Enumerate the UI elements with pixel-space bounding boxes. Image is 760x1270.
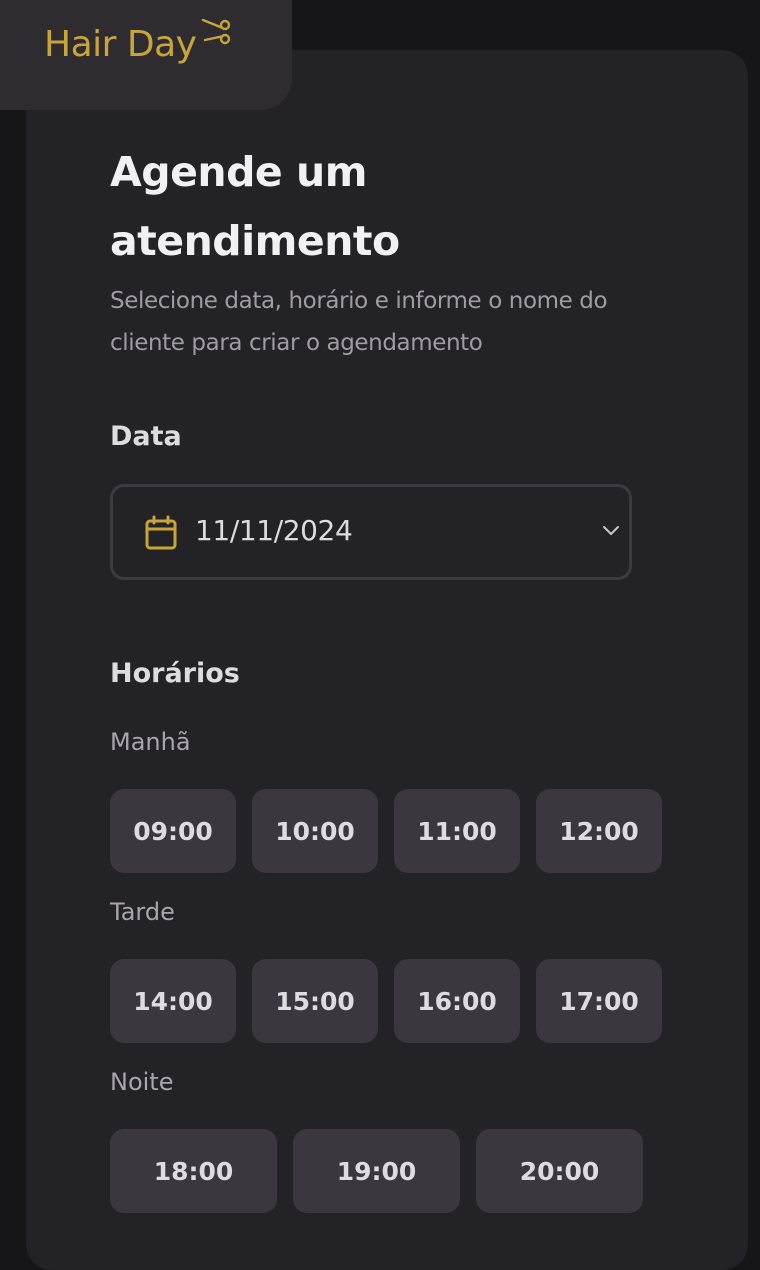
logo-header: Hair Day bbox=[0, 0, 292, 110]
page-title: Agende um atendimento bbox=[110, 148, 400, 265]
date-picker[interactable]: 11/11/2024 bbox=[110, 484, 632, 580]
time-slot-button[interactable]: 19:00 bbox=[293, 1129, 460, 1213]
date-value: 11/11/2024 bbox=[195, 514, 353, 547]
time-slot-button[interactable]: 20:00 bbox=[476, 1129, 643, 1213]
time-slot-button[interactable]: 10:00 bbox=[252, 789, 378, 873]
brand-name: Hair Day bbox=[44, 24, 197, 65]
morning-label: Manhã bbox=[110, 728, 191, 756]
scissors-icon bbox=[201, 18, 231, 45]
time-slot-button[interactable]: 11:00 bbox=[394, 789, 520, 873]
time-slot-button[interactable]: 14:00 bbox=[110, 959, 236, 1043]
time-slot-button[interactable]: 09:00 bbox=[110, 789, 236, 873]
time-slot-button[interactable]: 17:00 bbox=[536, 959, 662, 1043]
schedule-label: Horários bbox=[110, 658, 240, 689]
night-label: Noite bbox=[110, 1068, 174, 1096]
date-label: Data bbox=[110, 421, 182, 452]
time-slot-button[interactable]: 16:00 bbox=[394, 959, 520, 1043]
page-subtitle: Selecione data, horário e informe o nome… bbox=[110, 288, 608, 356]
calendar-icon bbox=[145, 515, 177, 550]
afternoon-label: Tarde bbox=[110, 898, 175, 926]
time-slot-button[interactable]: 18:00 bbox=[110, 1129, 277, 1213]
chevron-down-icon[interactable] bbox=[601, 523, 621, 539]
time-slot-button[interactable]: 15:00 bbox=[252, 959, 378, 1043]
time-slot-button[interactable]: 12:00 bbox=[536, 789, 662, 873]
